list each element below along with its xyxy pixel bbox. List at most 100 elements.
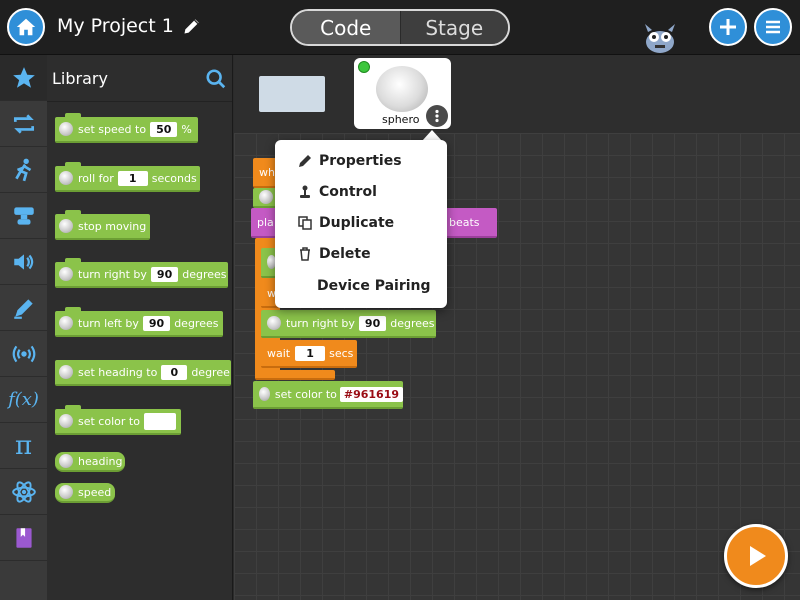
sphero-ball-icon <box>59 267 73 281</box>
category-sensors[interactable] <box>0 331 47 377</box>
color-value-input[interactable] <box>143 412 176 430</box>
run-program-button[interactable] <box>724 524 788 588</box>
menu-item-label: Control <box>319 184 377 200</box>
menu-item-label: Device Pairing <box>317 278 431 294</box>
menu-item-delete[interactable]: Delete <box>297 242 371 266</box>
menu-item-duplicate[interactable]: Duplicate <box>297 211 394 235</box>
block-turn-right[interactable]: turn right by 90 degrees <box>55 258 228 288</box>
sphero-ball-icon <box>59 414 73 428</box>
sphero-ball-icon <box>59 365 73 379</box>
block-stop-moving[interactable]: stop moving <box>55 210 150 240</box>
menu-item-label: Delete <box>319 246 371 262</box>
device-card-sphero[interactable]: sphero <box>354 58 451 129</box>
category-math[interactable]: π <box>0 423 47 469</box>
block-value[interactable]: 50 <box>150 121 178 137</box>
block-value[interactable]: 90 <box>150 266 179 282</box>
block-value[interactable]: 1 <box>295 345 326 361</box>
empty-device-slot[interactable] <box>259 76 325 112</box>
block-text: set heading to <box>78 365 158 379</box>
project-title-text[interactable]: My Project 1 <box>57 15 174 37</box>
pen-icon <box>13 298 33 319</box>
block-heading-reporter[interactable]: heading <box>55 452 125 472</box>
sphero-ball-icon <box>259 190 273 204</box>
canvas-block-set-color[interactable]: set color to #961619 <box>253 381 403 409</box>
block-suffix: degree <box>191 365 230 379</box>
fx-icon: f(x) <box>8 389 39 410</box>
canvas-block-loop-end[interactable] <box>255 370 335 380</box>
block-roll-for[interactable]: roll for 1 seconds <box>55 162 200 192</box>
menu-item-control[interactable]: Control <box>297 180 377 204</box>
menu-item-properties[interactable]: Properties <box>297 149 402 173</box>
category-favorites[interactable] <box>0 55 47 101</box>
category-functions[interactable]: f(x) <box>0 377 47 423</box>
block-text: turn right by <box>78 267 147 281</box>
search-icon[interactable] <box>205 68 227 90</box>
block-suffix: secs <box>329 346 354 360</box>
block-text: set color to <box>274 387 337 401</box>
edit-pencil-icon[interactable] <box>182 16 202 36</box>
star-icon <box>12 66 35 88</box>
device-more-button[interactable] <box>426 105 448 127</box>
sound-icon <box>13 253 33 270</box>
category-rail: f(x) π <box>0 55 47 600</box>
category-control[interactable] <box>0 101 47 147</box>
menu-item-device-pairing[interactable]: Device Pairing <box>317 274 431 298</box>
tab-code[interactable]: Code <box>292 11 400 44</box>
block-text: turn right by <box>286 316 355 330</box>
sphero-ball-icon <box>59 316 73 330</box>
block-text: heading <box>78 454 123 468</box>
block-text: stop moving <box>78 219 147 233</box>
add-button[interactable] <box>709 8 747 46</box>
block-value[interactable]: 90 <box>358 315 387 331</box>
block-text: roll for <box>78 171 114 185</box>
block-text: wait <box>267 346 291 360</box>
sphero-robot-icon <box>376 66 428 112</box>
sphero-ball-icon <box>267 316 281 330</box>
block-set-color[interactable]: set color to <box>55 405 181 435</box>
block-suffix: % <box>181 122 192 136</box>
sphero-ball-icon <box>59 485 73 499</box>
home-icon <box>16 18 36 36</box>
category-motion[interactable] <box>0 147 47 193</box>
block-set-speed[interactable]: set speed to 50 % <box>55 113 198 143</box>
canvas-block-wait[interactable]: wait 1 secs <box>261 340 357 368</box>
block-speed-reporter[interactable]: speed <box>55 483 115 503</box>
tab-stage[interactable]: Stage <box>399 11 508 44</box>
category-drawing[interactable] <box>0 285 47 331</box>
project-title[interactable]: My Project 1 <box>57 15 202 37</box>
sphero-ball-icon <box>59 454 73 468</box>
menu-item-label: Properties <box>319 153 402 169</box>
run-icon <box>14 158 31 181</box>
canvas-block-turn-right[interactable]: turn right by 90 degrees <box>261 310 436 338</box>
block-suffix: seconds <box>151 171 197 185</box>
color-hex-value[interactable]: #961619 <box>339 386 403 402</box>
play-icon <box>750 546 766 566</box>
atom-icon <box>11 480 36 503</box>
block-value[interactable]: 1 <box>117 170 148 186</box>
category-science[interactable] <box>0 469 47 515</box>
category-sound[interactable] <box>0 239 47 285</box>
category-controller[interactable] <box>0 193 47 239</box>
hamburger-icon <box>766 20 780 34</box>
block-turn-left[interactable]: turn left by 90 degrees <box>55 307 223 337</box>
menu-button[interactable] <box>754 8 792 46</box>
block-text: pla <box>257 215 274 229</box>
category-notes[interactable] <box>0 515 47 561</box>
block-suffix: degrees <box>390 316 435 330</box>
sphero-ball-icon <box>59 171 73 185</box>
more-vertical-icon <box>435 109 439 123</box>
block-text: set color to <box>78 414 140 428</box>
block-set-heading[interactable]: set heading to 0 degree <box>55 360 231 386</box>
controller-icon <box>13 206 34 225</box>
block-text: beats <box>449 215 480 229</box>
home-button[interactable] <box>7 8 45 46</box>
trash-icon <box>300 247 310 261</box>
block-value[interactable]: 90 <box>142 315 171 331</box>
sphero-ball-icon <box>59 122 73 136</box>
block-value[interactable]: 0 <box>161 364 188 380</box>
monster-avatar-icon[interactable] <box>642 22 678 54</box>
top-bar: My Project 1 Code Stage <box>0 0 800 55</box>
pi-icon: π <box>14 430 33 461</box>
block-text: speed <box>78 485 112 499</box>
book-icon <box>15 527 32 548</box>
